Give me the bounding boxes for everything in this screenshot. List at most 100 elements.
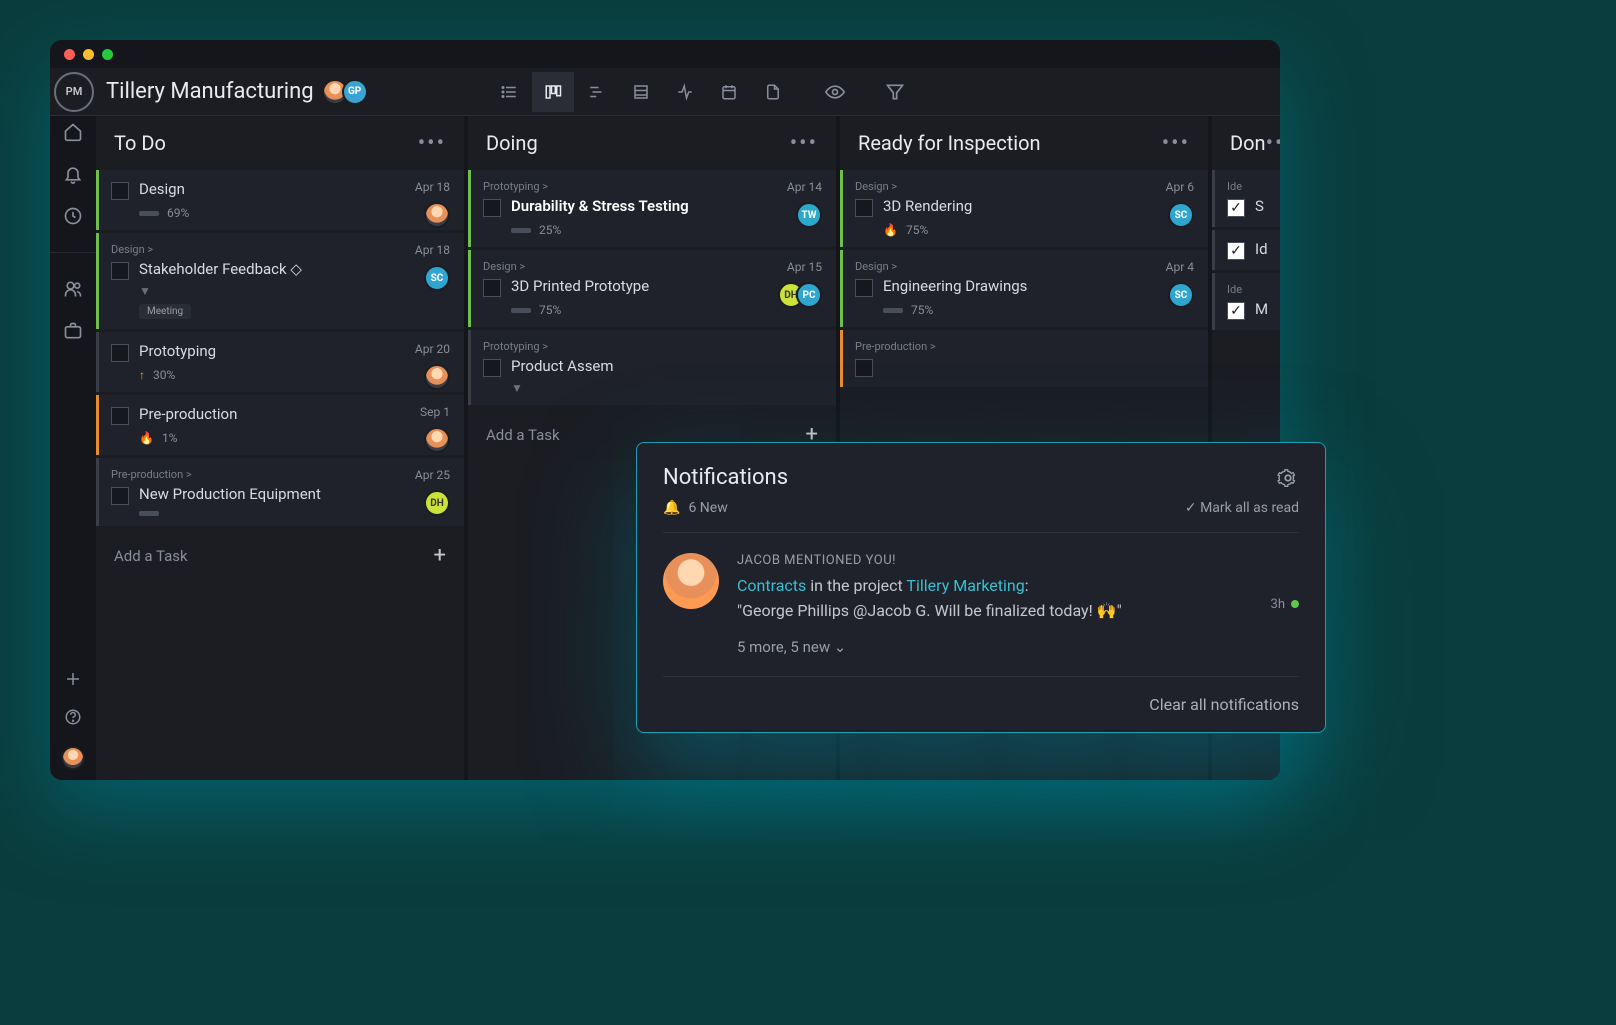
column-menu-icon[interactable]: ••• [1162, 131, 1190, 156]
mark-all-read-button[interactable]: ✓ Mark all as read [1185, 500, 1299, 516]
chevron-down-icon[interactable]: ▼ [139, 284, 450, 298]
card-breadcrumb: Design > [111, 243, 450, 256]
card-date: Apr 18 [415, 180, 450, 194]
home-icon[interactable] [63, 122, 83, 142]
checkbox-icon[interactable] [855, 199, 873, 217]
checkbox-icon[interactable]: ✓ [1227, 242, 1245, 260]
task-card[interactable]: Pre-production > [840, 330, 1208, 387]
minimize-window-icon[interactable] [83, 49, 94, 60]
close-window-icon[interactable] [64, 49, 75, 60]
task-card[interactable]: Ide✓M [1212, 273, 1280, 330]
checkbox-icon[interactable] [483, 279, 501, 297]
checkbox-icon[interactable] [855, 279, 873, 297]
user-avatar[interactable] [61, 746, 85, 770]
calendar-view-icon[interactable] [708, 72, 750, 112]
checkbox-icon[interactable] [111, 344, 129, 362]
chevron-down-icon[interactable]: ▼ [511, 381, 822, 395]
notification-more-button[interactable]: 5 more, 5 new ⌄ [737, 638, 1253, 656]
checkbox-icon[interactable] [855, 359, 873, 377]
progress-bar-icon [511, 228, 531, 233]
card-title: S [1255, 197, 1264, 215]
card-date: Apr 14 [787, 180, 822, 194]
notification-link[interactable]: Contracts [737, 576, 806, 595]
task-card[interactable]: Ide ✓ S [1212, 170, 1280, 227]
checkbox-icon[interactable] [111, 262, 129, 280]
checkbox-icon[interactable]: ✓ [1227, 302, 1245, 320]
card-date: Apr 20 [415, 342, 450, 356]
notification-link[interactable]: Tillery Marketing [906, 576, 1024, 595]
files-view-icon[interactable] [752, 72, 794, 112]
task-card[interactable]: Prototyping >Durability & Stress Testing… [468, 170, 836, 247]
card-breadcrumb: Design > [855, 180, 1194, 193]
task-card[interactable]: PrototypingApr 20↑30% [96, 332, 464, 392]
card-avatar[interactable]: TW [796, 202, 822, 228]
checkbox-icon[interactable] [111, 182, 129, 200]
column-menu-icon[interactable]: ••• [1266, 131, 1280, 156]
gantt-view-icon[interactable] [576, 72, 618, 112]
gear-icon[interactable] [1277, 467, 1299, 489]
task-card[interactable]: Design >Stakeholder Feedback ◇Apr 18SC▼M… [96, 233, 464, 329]
task-card[interactable]: ✓ Id [1212, 230, 1280, 270]
checkbox-icon[interactable]: ✓ [1227, 199, 1245, 217]
maximize-window-icon[interactable] [102, 49, 113, 60]
column-title: Doing [486, 131, 538, 155]
card-title: Engineering Drawings [883, 277, 1027, 295]
card-title: Stakeholder Feedback ◇ [139, 260, 302, 278]
card-avatar[interactable]: SC [424, 265, 450, 291]
board-view-icon[interactable] [532, 72, 574, 112]
task-card[interactable]: Design >3D Printed PrototypeApr 15DHPC75… [468, 250, 836, 327]
card-avatar[interactable] [424, 364, 450, 390]
card-avatar[interactable]: DH [424, 490, 450, 516]
app-logo[interactable]: PM [54, 72, 94, 112]
activity-view-icon[interactable] [664, 72, 706, 112]
project-members[interactable]: GP [328, 79, 368, 105]
checkbox-icon[interactable] [111, 407, 129, 425]
card-breadcrumb: Ide [1227, 180, 1278, 193]
card-avatar[interactable] [424, 202, 450, 228]
avatar[interactable]: PC [796, 282, 822, 308]
team-icon[interactable] [63, 279, 83, 299]
help-icon[interactable] [64, 708, 82, 726]
clock-icon[interactable] [63, 206, 83, 226]
notification-item[interactable]: JACOB MENTIONED YOU! Contracts in the pr… [663, 533, 1299, 677]
column-menu-icon[interactable]: ••• [790, 131, 818, 156]
table-view-icon[interactable] [620, 72, 662, 112]
list-view-icon[interactable] [488, 72, 530, 112]
task-card[interactable]: Prototyping >Product Assem▼ [468, 330, 836, 405]
card-date: Apr 4 [1166, 260, 1194, 274]
priority-icon: ↑ [139, 368, 145, 382]
column-menu-icon[interactable]: ••• [418, 131, 446, 156]
task-card[interactable]: Pre-productionSep 1🔥1% [96, 395, 464, 455]
card-avatars[interactable]: DHPC [784, 282, 822, 308]
column-title: Ready for Inspection [858, 131, 1041, 155]
filter-icon[interactable] [874, 72, 916, 112]
task-card[interactable]: Pre-production >New Production Equipment… [96, 458, 464, 526]
card-avatar[interactable]: SC [1168, 202, 1194, 228]
checkbox-icon[interactable] [111, 487, 129, 505]
card-title: 3D Printed Prototype [511, 277, 649, 295]
task-card[interactable]: Design >Engineering DrawingsApr 4SC75% [840, 250, 1208, 327]
avatar[interactable]: GP [342, 79, 368, 105]
kanban-column: To Do•••DesignApr 1869%Design >Stakehold… [96, 116, 464, 780]
bell-icon[interactable] [63, 164, 83, 184]
visibility-icon[interactable] [814, 72, 856, 112]
card-title: Prototyping [139, 342, 216, 360]
plus-icon[interactable] [64, 670, 82, 688]
card-title: Durability & Stress Testing [511, 197, 689, 215]
briefcase-icon[interactable] [63, 321, 83, 341]
card-title: Id [1255, 240, 1268, 258]
notifications-count: 6 New [688, 500, 727, 516]
card-breadcrumb: Prototyping > [483, 340, 822, 353]
card-avatar[interactable] [424, 427, 450, 453]
card-progress: 🔥75% [883, 223, 1194, 237]
clear-all-button[interactable]: Clear all notifications [663, 677, 1299, 732]
progress-bar-icon [139, 211, 159, 216]
card-avatar[interactable]: SC [1168, 282, 1194, 308]
checkbox-icon[interactable] [483, 359, 501, 377]
task-card[interactable]: Design >3D RenderingApr 6SC🔥75% [840, 170, 1208, 247]
task-card[interactable]: DesignApr 1869% [96, 170, 464, 230]
checkbox-icon[interactable] [483, 199, 501, 217]
add-task-button[interactable]: Add a Task+ [96, 529, 464, 582]
card-progress: 🔥1% [139, 431, 450, 445]
notification-time: 3h [1271, 553, 1299, 656]
